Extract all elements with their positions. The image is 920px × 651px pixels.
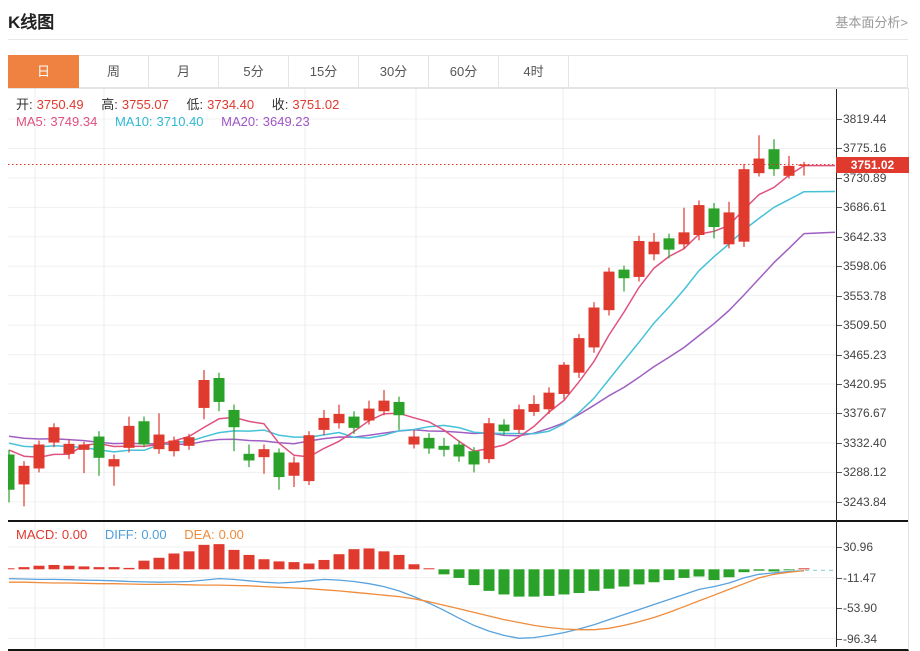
macd-axis-label-tick bbox=[837, 608, 842, 609]
page-title: K线图 bbox=[8, 8, 54, 33]
price-axis-label-tick bbox=[837, 502, 842, 503]
price-axis-label-tick bbox=[837, 266, 842, 267]
fundamental-analysis-link[interactable]: 基本面分析> bbox=[835, 12, 908, 31]
divider bbox=[8, 39, 908, 40]
chart-container: 开:3750.49 高:3755.07 低:3734.40 收:3751.02 … bbox=[8, 88, 909, 651]
price-axis-label: 3686.61 bbox=[843, 199, 913, 215]
price-axis-label-tick bbox=[837, 296, 842, 297]
ma20-label: MA20: bbox=[221, 114, 259, 129]
macd-axis-label: -53.90 bbox=[843, 600, 913, 616]
price-axis-label: 3819.44 bbox=[843, 111, 913, 127]
price-axis-label-tick bbox=[837, 325, 842, 326]
price-axis-label: 3598.06 bbox=[843, 258, 913, 274]
price-axis-label: 3288.12 bbox=[843, 464, 913, 480]
price-axis-label: 3420.95 bbox=[843, 376, 913, 392]
macd-value: 0.00 bbox=[62, 527, 87, 542]
macd-axis-label: 30.96 bbox=[843, 539, 913, 555]
price-axis-label-tick bbox=[837, 355, 842, 356]
open-label: 开: bbox=[16, 97, 33, 112]
tab-30分[interactable]: 30分 bbox=[359, 56, 429, 87]
price-axis-label: 3642.33 bbox=[843, 229, 913, 245]
price-axis-label: 3465.23 bbox=[843, 347, 913, 363]
ohlc-info: 开: 3750.49 高: 3755.07 低:3734.40 收:3751.02 bbox=[16, 94, 343, 113]
price-axis-label-tick bbox=[837, 472, 842, 473]
low-label: 低: bbox=[187, 97, 204, 112]
price-axis-label: 3376.67 bbox=[843, 405, 913, 421]
ma-info: MA5: 3749.34 MA10: 3710.40 MA20: 3649.23 bbox=[16, 114, 314, 129]
price-axis-label: 3332.40 bbox=[843, 435, 913, 451]
tab-月[interactable]: 月 bbox=[149, 56, 219, 87]
macd-axis-label: -11.47 bbox=[843, 570, 913, 586]
last-price-badge: 3751.02 bbox=[836, 157, 909, 173]
macd-label: MACD: bbox=[16, 527, 58, 542]
dea-value: 0.00 bbox=[219, 527, 244, 542]
price-axis-label-tick bbox=[837, 443, 842, 444]
macd-info: MACD:0.00 DIFF:0.00 DEA:0.00 bbox=[16, 527, 248, 542]
price-axis-label-tick bbox=[837, 207, 842, 208]
price-axis-label-tick bbox=[837, 148, 842, 149]
price-axis-label-tick bbox=[837, 119, 842, 120]
dea-label: DEA: bbox=[184, 527, 214, 542]
open-value: 3750.49 bbox=[37, 97, 84, 112]
period-tabbar: 日周月5分15分30分60分4时 bbox=[8, 55, 908, 88]
macd-axis-label-tick bbox=[837, 578, 842, 579]
high-value: 3755.07 bbox=[122, 97, 169, 112]
candlestick-panel[interactable] bbox=[8, 89, 836, 520]
price-axis-label-tick bbox=[837, 178, 842, 179]
low-value: 3734.40 bbox=[207, 97, 254, 112]
tab-60分[interactable]: 60分 bbox=[429, 56, 499, 87]
ma5-label: MA5: bbox=[16, 114, 46, 129]
tab-日[interactable]: 日 bbox=[8, 55, 79, 88]
close-label: 收: bbox=[272, 97, 289, 112]
macd-axis-label-tick bbox=[837, 547, 842, 548]
price-axis-label: 3553.78 bbox=[843, 288, 913, 304]
ma5-value: 3749.34 bbox=[50, 114, 97, 129]
tab-4时[interactable]: 4时 bbox=[499, 56, 569, 87]
tab-15分[interactable]: 15分 bbox=[289, 56, 359, 87]
ma10-label: MA10: bbox=[115, 114, 153, 129]
price-axis-label-tick bbox=[837, 413, 842, 414]
ma10-value: 3710.40 bbox=[157, 114, 204, 129]
price-axis-label: 3243.84 bbox=[843, 494, 913, 510]
price-axis-label: 3509.50 bbox=[843, 317, 913, 333]
close-value: 3751.02 bbox=[292, 97, 339, 112]
price-axis-label-tick bbox=[837, 384, 842, 385]
high-label: 高: bbox=[101, 97, 118, 112]
macd-axis-label-tick bbox=[837, 639, 842, 640]
ma20-value: 3649.23 bbox=[263, 114, 310, 129]
diff-label: DIFF: bbox=[105, 527, 138, 542]
tab-5分[interactable]: 5分 bbox=[219, 56, 289, 87]
diff-value: 0.00 bbox=[141, 527, 166, 542]
macd-axis-label: -96.34 bbox=[843, 631, 913, 647]
price-axis-label-tick bbox=[837, 237, 842, 238]
tab-周[interactable]: 周 bbox=[79, 56, 149, 87]
price-axis-label: 3775.16 bbox=[843, 140, 913, 156]
